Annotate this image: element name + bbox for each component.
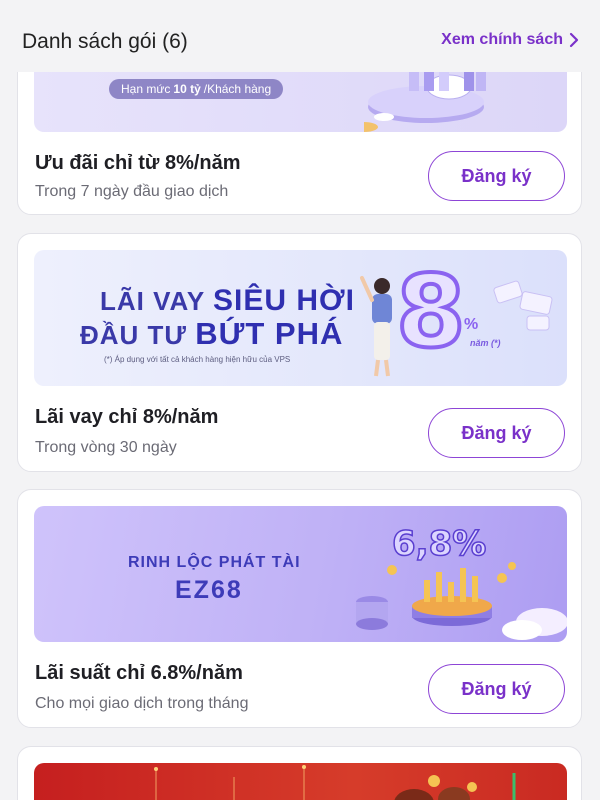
chevron-right-icon [569,32,579,48]
banner-headline-1b: SIÊU HỜI [213,284,355,317]
banner-headline-1a: LÃI VAY [100,286,205,316]
view-policy-link[interactable]: Xem chính sách [441,31,580,49]
register-button[interactable]: Đăng ký [428,151,565,201]
limit-prefix: Hạn mức [121,82,171,96]
package-title: Lãi suất chỉ 6.8%/năm [35,662,243,684]
package-subtitle: Trong 7 ngày đầu giao dịch [35,183,229,200]
banner-rate-digit: 8 [394,253,468,370]
package-card-3[interactable]: RINH LỘC PHÁT TÀI EZ68 6,8% Lãi suất chỉ… [17,489,582,728]
banner-headline-2: EZ68 [175,576,243,604]
register-button[interactable]: Đăng ký [428,664,565,714]
banner-rate-unit: năm (*) [470,338,501,348]
package-title: Lãi vay chỉ 8%/năm [35,406,219,428]
package-title: Ưu đãi chỉ từ 8%/năm [35,152,241,174]
banner-rate: 6,8% [391,523,487,565]
limit-pill: Hạn mức 10 tỷ /Khách hàng [109,79,284,99]
header: Danh sách gói (6) Xem chính sách [0,0,600,72]
banner-note: (*) Áp dụng với tất cả khách hàng hiện h… [104,355,291,364]
banner-headline-1: LÃI VAY SIÊU HỜI [100,284,355,318]
package-subtitle: Trong vòng 30 ngày [35,439,177,456]
package-subtitle: Cho mọi giao dịch trong tháng [35,695,249,712]
banner-rate-percent: % [464,316,479,333]
register-button[interactable]: Đăng ký [428,408,565,458]
banner-headline-2: ĐẦU TƯ BỨT PHÁ [80,316,343,352]
package-banner-4[interactable] [34,763,567,800]
banner-headline-1: RINH LỘC PHÁT TÀI [128,554,301,571]
view-policy-label: Xem chính sách [441,31,563,48]
podium-illustration [356,562,567,640]
banner-headline-2b: BỨT PHÁ [195,316,344,351]
package-banner-3[interactable]: RINH LỘC PHÁT TÀI EZ68 6,8% [34,506,567,642]
floating-cards-icon [493,280,553,331]
package-banner-2[interactable]: LÃI VAY SIÊU HỜI ĐẦU TƯ BỨT PHÁ (*) Áp d… [34,250,567,386]
package-card-4[interactable] [17,746,582,800]
page-title: Danh sách gói (6) [22,30,188,53]
banner-illustration [154,765,516,800]
limit-suffix: /Khách hàng [203,82,272,96]
package-card-2[interactable]: LÃI VAY SIÊU HỜI ĐẦU TƯ BỨT PHÁ (*) Áp d… [17,233,582,472]
limit-value: 10 tỷ [173,82,201,96]
banner-headline-2a: ĐẦU TƯ [80,320,188,350]
